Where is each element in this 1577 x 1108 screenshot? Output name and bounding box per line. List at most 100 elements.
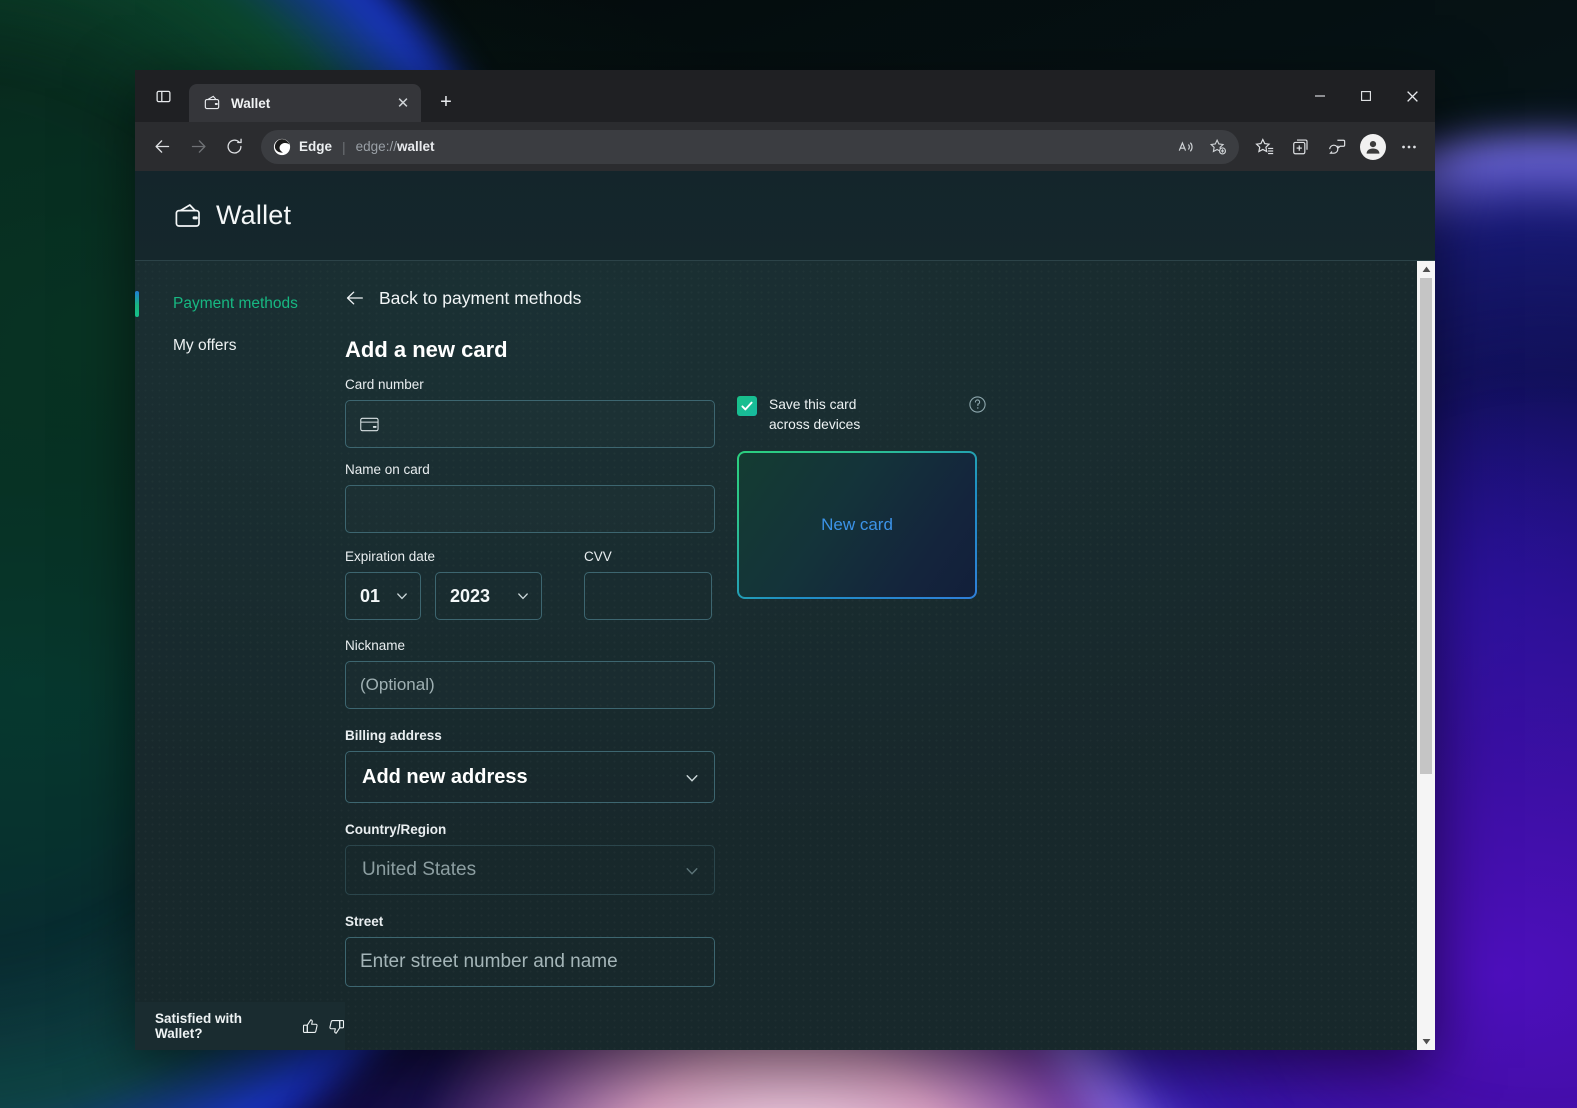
field-label: Name on card (345, 462, 715, 477)
field-name-on-card: Name on card (345, 462, 715, 533)
credit-card-icon (360, 417, 379, 432)
billing-address-select[interactable]: Add new address (345, 751, 715, 803)
omnibox-actions (1171, 132, 1233, 162)
minimize-button[interactable] (1297, 70, 1343, 122)
selected-year: 2023 (450, 586, 490, 607)
chevron-down-icon (684, 770, 698, 784)
tab-actions-icon[interactable] (145, 80, 181, 112)
avatar (1360, 134, 1386, 160)
sidebar: Payment methods My offers (135, 261, 335, 1050)
save-across-devices-checkbox[interactable] (737, 396, 757, 416)
card-preview-label: New card (821, 515, 893, 535)
field-street: Street Enter street number and name (345, 914, 715, 987)
edge-logo-icon (273, 138, 291, 156)
chevron-down-icon (395, 589, 409, 603)
omnibox-url: edge://wallet (356, 139, 435, 154)
form-title: Add a new card (345, 337, 1435, 363)
selected-billing-address: Add new address (362, 766, 528, 789)
arrow-left-icon[interactable] (145, 130, 179, 164)
form-area: Card number (345, 377, 1435, 993)
expiration-month-select[interactable]: 01 (345, 572, 421, 620)
collections-icon[interactable] (1285, 131, 1317, 163)
tab-strip: Wallet ✕ + (135, 70, 1435, 122)
field-card-number: Card number (345, 377, 715, 448)
save-card-row: Save this card across devices (737, 395, 987, 435)
scroll-down-button[interactable] (1422, 1033, 1431, 1050)
browser-window: Wallet ✕ + (135, 70, 1435, 1050)
main-content: Back to payment methods Add a new card C… (335, 261, 1435, 1050)
chevron-down-icon (684, 863, 698, 877)
field-label: Card number (345, 377, 715, 392)
field-label: Nickname (345, 638, 715, 653)
selected-month: 01 (360, 586, 380, 607)
address-input[interactable]: Edge | edge://wallet (261, 130, 1239, 164)
read-aloud-icon[interactable] (1171, 132, 1201, 162)
window-controls (1297, 70, 1435, 122)
wallet-icon (173, 201, 203, 231)
scroll-up-button[interactable] (1422, 261, 1431, 278)
omnibox-brand: Edge (299, 139, 332, 154)
sidebar-item-payment-methods[interactable]: Payment methods (135, 283, 335, 325)
wallet-icon (203, 94, 221, 112)
browser-tab[interactable]: Wallet ✕ (189, 84, 421, 122)
thumbs-up-icon[interactable] (302, 1018, 319, 1035)
feedback-bar: Satisfied with Wallet? (135, 1002, 345, 1050)
field-label: Country/Region (345, 822, 715, 837)
card-preview[interactable]: New card (737, 451, 977, 599)
scrollbar-thumb[interactable] (1420, 278, 1432, 774)
back-link-label: Back to payment methods (379, 288, 581, 309)
url-prefix: edge:// (356, 139, 397, 154)
account-avatar-icon[interactable] (1357, 131, 1389, 163)
help-circle-icon[interactable] (968, 395, 987, 414)
card-preview-surface: New card (739, 453, 975, 597)
tab-title: Wallet (231, 96, 381, 111)
favorites-icon[interactable] (1249, 131, 1281, 163)
field-expiration-date: Expiration date 01 20 (345, 549, 542, 620)
sidebar-item-label: My offers (173, 337, 236, 355)
field-label: CVV (584, 549, 712, 564)
field-cvv: CVV (584, 549, 712, 620)
field-country-region: Country/Region United States (345, 822, 715, 895)
page-scrollbar[interactable] (1417, 261, 1435, 1050)
maximize-button[interactable] (1343, 70, 1389, 122)
arrow-right-icon[interactable] (181, 130, 215, 164)
new-tab-button[interactable]: + (431, 87, 461, 117)
name-on-card-input[interactable] (345, 485, 715, 533)
more-options-icon[interactable] (1393, 131, 1425, 163)
nickname-placeholder: (Optional) (360, 675, 435, 695)
card-number-input[interactable] (345, 400, 715, 448)
omnibox-separator: | (342, 139, 346, 155)
save-across-devices-label: Save this card across devices (769, 395, 899, 435)
toolbar-right (1249, 131, 1425, 163)
form-left-column: Card number (345, 377, 715, 993)
expiration-cvv-row: Expiration date 01 20 (345, 549, 715, 620)
arrow-left-icon (345, 288, 365, 308)
country-region-select[interactable]: United States (345, 845, 715, 895)
field-label: Expiration date (345, 549, 542, 564)
chevron-down-icon (516, 589, 530, 603)
wallet-page: Wallet Payment methods My offers (135, 171, 1435, 1050)
field-nickname: Nickname (Optional) (345, 638, 715, 709)
active-indicator (135, 291, 139, 317)
selected-country: United States (362, 859, 476, 881)
url-page: wallet (397, 139, 435, 154)
close-button[interactable] (1389, 70, 1435, 122)
add-favorite-icon[interactable] (1203, 132, 1233, 162)
nickname-input[interactable]: (Optional) (345, 661, 715, 709)
field-billing-address: Billing address Add new address (345, 728, 715, 803)
thumbs-down-icon[interactable] (328, 1018, 345, 1035)
address-bar-row: Edge | edge://wallet (135, 122, 1435, 171)
refresh-icon[interactable] (217, 130, 251, 164)
cvv-input[interactable] (584, 572, 712, 620)
close-icon[interactable]: ✕ (391, 91, 415, 115)
page-header: Wallet (135, 171, 1435, 261)
page-body: Payment methods My offers Back to paymen… (135, 261, 1435, 1050)
back-to-payment-methods-link[interactable]: Back to payment methods (345, 283, 1435, 313)
browser-essentials-icon[interactable] (1321, 131, 1353, 163)
sidebar-item-my-offers[interactable]: My offers (135, 325, 335, 367)
sidebar-item-label: Payment methods (173, 295, 298, 313)
expiration-year-select[interactable]: 2023 (435, 572, 542, 620)
feedback-text: Satisfied with Wallet? (155, 1011, 293, 1041)
form-right-column: Save this card across devices (737, 377, 987, 993)
street-input[interactable]: Enter street number and name (345, 937, 715, 987)
